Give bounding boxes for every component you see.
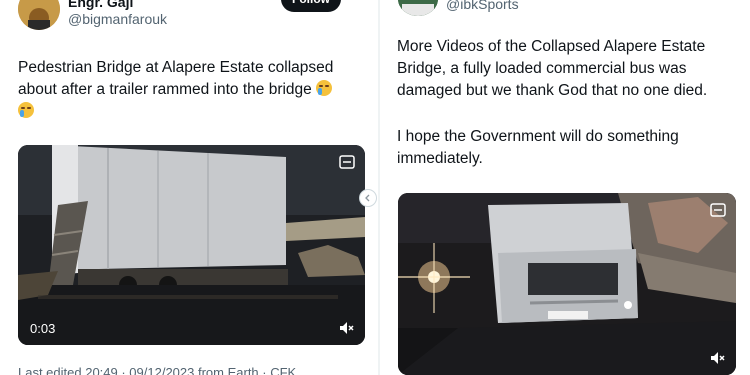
volume-icon[interactable] <box>339 321 355 335</box>
follow-button[interactable]: Follow <box>281 0 341 12</box>
media-badge-icon <box>339 155 355 169</box>
column-divider <box>378 0 380 375</box>
tweet-card-left[interactable]: Engr. Gaji @bigmanfarouk Follow Pedestri… <box>0 0 376 375</box>
tweet-text-secondary: I hope the Government will do something … <box>397 128 679 167</box>
avatar[interactable] <box>18 0 60 30</box>
tweet-text-content: Pedestrian Bridge at Alapere Estate coll… <box>18 59 334 98</box>
video-duration: 0:03 <box>30 321 56 336</box>
chevron-left-icon[interactable] <box>359 189 377 207</box>
video-player[interactable] <box>398 193 736 375</box>
user-handle[interactable]: @bigmanfarouk <box>68 11 167 27</box>
video-frame <box>398 193 736 375</box>
media-badge-icon <box>710 203 726 217</box>
video-frame <box>18 145 365 345</box>
display-name[interactable]: Engr. Gaji <box>68 0 133 10</box>
tweet-text: Pedestrian Bridge at Alapere Estate coll… <box>18 57 368 123</box>
avatar[interactable] <box>398 0 438 16</box>
edited-note: Last edited 20:49 · 09/12/2023 from Eart… <box>18 365 297 375</box>
video-player[interactable]: 0:03 <box>18 145 365 345</box>
tweet-card-right[interactable]: @ibkSports More Videos of the Collapsed … <box>382 0 750 375</box>
loudly-crying-face-icon <box>316 80 333 96</box>
loudly-crying-face-icon <box>18 102 34 118</box>
user-handle[interactable]: @ibkSports <box>446 0 519 12</box>
tweet-text: More Videos of the Collapsed Alapere Est… <box>397 38 708 99</box>
volume-icon[interactable] <box>710 351 726 365</box>
